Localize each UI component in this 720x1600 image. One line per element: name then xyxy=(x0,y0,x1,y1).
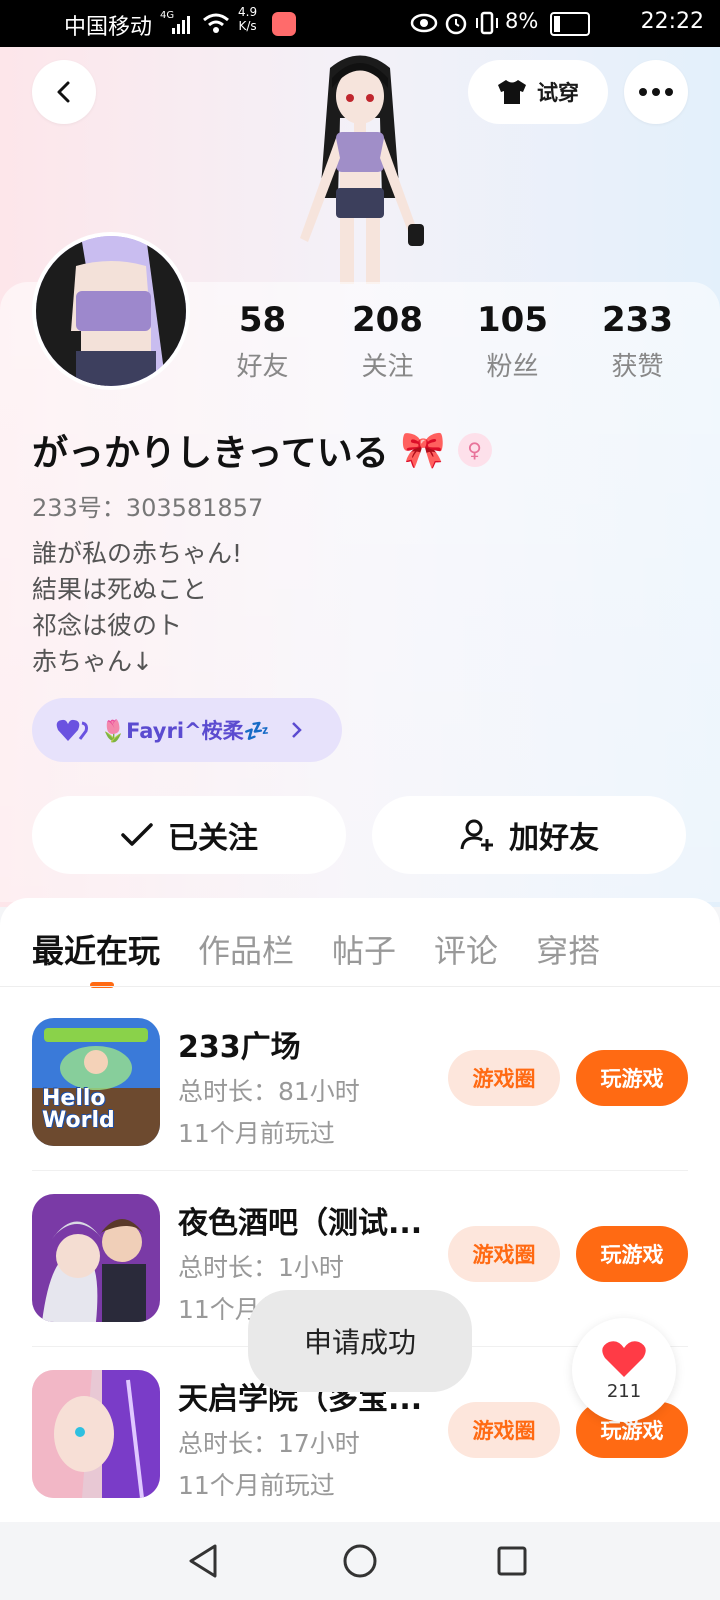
net-speed-value: 4.9 xyxy=(238,5,258,19)
tab-outfits[interactable]: 穿搭 xyxy=(536,926,600,972)
profile-stats: 58 好友 208 关注 105 粉丝 233 获赞 xyxy=(200,300,700,383)
tab-indicator xyxy=(90,982,114,988)
tab-comments[interactable]: 评论 xyxy=(434,926,498,972)
circle-home-icon xyxy=(343,1544,377,1578)
eye-icon xyxy=(410,13,438,33)
carrier-name: 中国移动 xyxy=(64,15,153,40)
game-icon: Hello World xyxy=(32,1018,160,1146)
clock: 22:22 xyxy=(640,9,704,34)
stat-value: 233 xyxy=(602,300,673,340)
stat-likes[interactable]: 233 获赞 xyxy=(578,300,698,383)
check-icon xyxy=(121,823,153,846)
avatar[interactable] xyxy=(32,232,190,390)
nickname: がっかりしきっている xyxy=(32,433,389,474)
square-recents-icon xyxy=(497,1546,527,1576)
game-icon xyxy=(32,1370,160,1498)
battery-percent: 8% xyxy=(505,9,539,33)
chevron-left-icon xyxy=(57,81,70,103)
profile-tabs: 最近在玩 作品栏 帖子 评论 穿搭 xyxy=(32,926,600,972)
try-on-label: 试穿 xyxy=(537,81,579,105)
chevron-right-icon xyxy=(291,722,302,738)
stat-label: 好友 xyxy=(236,352,289,382)
status-bar: 中国移动 4G 4.9 K/s 8% 22:22 xyxy=(0,0,720,47)
stat-friends[interactable]: 58 好友 xyxy=(203,300,323,383)
game-icon xyxy=(32,1194,160,1322)
more-button[interactable] xyxy=(624,60,688,124)
add-user-icon xyxy=(460,819,493,851)
game-icon-text: Hello World xyxy=(42,1086,115,1133)
alarm-icon xyxy=(445,13,467,35)
battery-icon xyxy=(550,12,590,36)
bio-line: 誰が私の赤ちゃん! xyxy=(32,539,243,568)
game-title: 233广场 xyxy=(178,1030,301,1065)
triangle-back-icon xyxy=(189,1544,217,1578)
tab-recently-played[interactable]: 最近在玩 xyxy=(32,926,160,972)
game-circle-button[interactable]: 游戏圈 xyxy=(448,1402,560,1458)
shirt-icon xyxy=(498,80,526,104)
play-game-button[interactable]: 玩游戏 xyxy=(576,1226,688,1282)
like-count: 211 xyxy=(606,1380,642,1402)
bio-line: 赤ちゃん↓ xyxy=(32,647,153,676)
relationship-tag[interactable]: 🌷Fayri^桉柔💤 xyxy=(32,698,342,762)
app-notification-icon xyxy=(272,12,296,36)
like-button[interactable]: 211 xyxy=(572,1318,676,1422)
back-button[interactable] xyxy=(32,60,96,124)
play-duration: 总时长：17小时 xyxy=(178,1429,360,1458)
bow-emoji: 🎀 xyxy=(400,430,446,471)
signal-icon xyxy=(172,16,190,34)
stat-label: 关注 xyxy=(361,352,414,382)
bio-line: 祁念は彼のト xyxy=(32,611,183,640)
more-dots-icon xyxy=(639,88,673,96)
stat-following[interactable]: 208 关注 xyxy=(328,300,448,383)
list-item[interactable]: Hello World 233广场 总时长：81小时 11个月前玩过 游戏圈 玩… xyxy=(0,994,720,1170)
play-duration: 总时长：81小时 xyxy=(178,1077,360,1106)
stat-value: 58 xyxy=(238,300,287,340)
wifi-icon xyxy=(203,13,229,33)
game-circle-button[interactable]: 游戏圈 xyxy=(448,1226,560,1282)
last-played: 11个月前玩过 xyxy=(178,1119,335,1148)
stat-label: 获赞 xyxy=(611,352,664,382)
stat-value: 105 xyxy=(477,300,548,340)
following-button[interactable]: 已关注 xyxy=(32,796,346,874)
system-navigation-bar xyxy=(0,1522,720,1600)
divider xyxy=(0,986,720,987)
net-speed-unit: K/s xyxy=(238,19,257,33)
avatar-image xyxy=(36,236,186,386)
last-played: 11个月前玩过 xyxy=(178,1471,335,1500)
stat-followers[interactable]: 105 粉丝 xyxy=(453,300,573,383)
tab-works[interactable]: 作品栏 xyxy=(198,926,294,972)
stat-label: 粉丝 xyxy=(486,352,539,382)
nickname-row: がっかりしきっている 🎀 ♀ xyxy=(32,424,492,476)
stat-value: 208 xyxy=(352,300,423,340)
game-circle-button[interactable]: 游戏圈 xyxy=(448,1050,560,1106)
play-game-button[interactable]: 玩游戏 xyxy=(576,1050,688,1106)
add-friend-button[interactable]: 加好友 xyxy=(372,796,686,874)
nav-home-button[interactable] xyxy=(337,1538,383,1584)
nav-recents-button[interactable] xyxy=(489,1538,535,1584)
play-duration: 总时长：1小时 xyxy=(178,1253,344,1282)
bio: 誰が私の赤ちゃん! 結果は死ぬこと 祁念は彼のト 赤ちゃん↓ xyxy=(32,536,242,680)
avatar-3d-figure xyxy=(300,55,424,284)
tab-posts[interactable]: 帖子 xyxy=(332,926,396,972)
following-label: 已关注 xyxy=(168,821,258,856)
nav-back-button[interactable] xyxy=(180,1538,226,1584)
net-speed: 4.9 K/s xyxy=(238,5,257,33)
content-section: 最近在玩 作品栏 帖子 评论 穿搭 Hello World 233广场 总时长：… xyxy=(0,898,720,1522)
relationship-tag-label: 🌷Fayri^桉柔💤 xyxy=(100,719,270,743)
try-on-button[interactable]: 试穿 xyxy=(468,60,608,124)
vibrate-icon xyxy=(476,11,498,35)
female-gender-icon: ♀ xyxy=(457,433,492,467)
double-heart-icon xyxy=(56,719,88,741)
heart-icon xyxy=(602,1340,646,1377)
bio-line: 結果は死ぬこと xyxy=(32,575,208,604)
add-friend-label: 加好友 xyxy=(509,821,599,856)
toast-message: 申请成功 xyxy=(248,1290,472,1392)
user-id: 233号：303581857 xyxy=(32,494,264,522)
game-title: 夜色酒吧（测试... xyxy=(178,1206,423,1241)
